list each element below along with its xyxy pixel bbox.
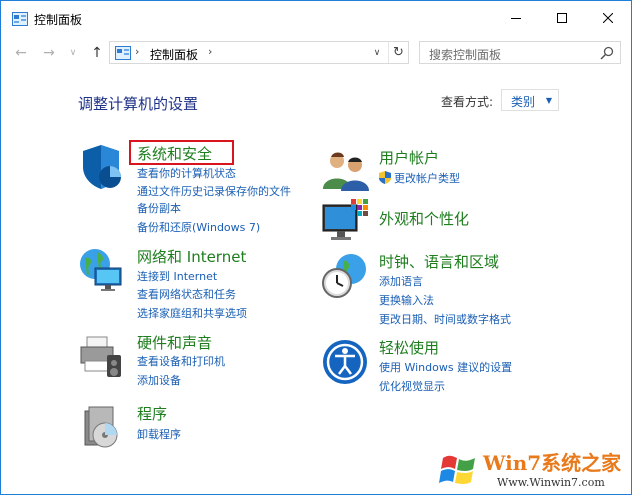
arrow-right-icon: → bbox=[43, 45, 55, 61]
link-view-computer-status[interactable]: 查看你的计算机状态 bbox=[137, 165, 236, 181]
link-homegroup-sharing[interactable]: 选择家庭组和共享选项 bbox=[137, 305, 247, 321]
chevron-right-icon[interactable]: › bbox=[135, 45, 139, 58]
link-change-date-time-format[interactable]: 更改日期、时间或数字格式 bbox=[379, 311, 511, 327]
search-input[interactable]: 搜索控制面板 bbox=[419, 41, 621, 64]
link-backup-restore[interactable]: 备份和还原(Windows 7) bbox=[137, 219, 260, 235]
monitor-palette-icon[interactable] bbox=[321, 197, 369, 245]
up-button[interactable]: ↑ bbox=[87, 43, 107, 63]
watermark-text: Win7系统之家 bbox=[483, 451, 622, 475]
minimize-icon bbox=[511, 18, 521, 19]
link-devices-printers[interactable]: 查看设备和打印机 bbox=[137, 353, 225, 369]
printer-speaker-icon[interactable] bbox=[77, 333, 125, 381]
users-icon[interactable] bbox=[321, 147, 369, 195]
forward-button[interactable]: → bbox=[39, 43, 59, 63]
minimize-button[interactable] bbox=[493, 1, 539, 35]
address-history-dropdown[interactable]: ∨ bbox=[368, 42, 386, 63]
title-bar: 控制面板 bbox=[1, 1, 631, 37]
close-button[interactable] bbox=[585, 1, 631, 35]
navigation-bar: ← → ∨ ↑ › 控制面板 › ∨ ↻ 搜索控制面板 bbox=[1, 37, 631, 69]
category-user-accounts[interactable]: 用户帐户 bbox=[379, 147, 439, 168]
category-ease-of-access[interactable]: 轻松使用 bbox=[379, 337, 439, 358]
category-system-security[interactable]: 系统和安全 bbox=[137, 143, 212, 164]
search-icon[interactable] bbox=[600, 46, 614, 60]
category-programs[interactable]: 程序 bbox=[137, 403, 167, 424]
watermark-url: Www.Winwin7.com bbox=[497, 476, 605, 489]
chevron-down-icon: ∨ bbox=[69, 48, 77, 58]
watermark: Win7系统之家 Www.Winwin7.com bbox=[435, 444, 632, 495]
control-panel-window: 控制面板 ← → ∨ ↑ › 控制面板 › ∨ ↻ 搜索控制面板 调整计算机的设… bbox=[0, 0, 632, 495]
category-hardware-sound[interactable]: 硬件和声音 bbox=[137, 332, 212, 353]
view-by-label: 查看方式: bbox=[441, 95, 494, 109]
link-change-input-method[interactable]: 更换输入法 bbox=[379, 292, 434, 308]
category-appearance-personalization[interactable]: 外观和个性化 bbox=[379, 208, 469, 229]
link-backup-copy[interactable]: 备份副本 bbox=[137, 200, 181, 216]
category-clock-language-region[interactable]: 时钟、语言和区域 bbox=[379, 251, 499, 272]
caret-down-icon: ▼ bbox=[545, 96, 552, 105]
view-by-value: 类别 bbox=[511, 95, 536, 109]
arrow-up-icon: ↑ bbox=[91, 45, 103, 61]
uac-shield-icon bbox=[379, 171, 391, 184]
recent-locations-button[interactable]: ∨ bbox=[63, 43, 83, 63]
window-title: 控制面板 bbox=[34, 13, 83, 27]
control-panel-app-icon bbox=[12, 12, 28, 26]
network-globe-icon[interactable] bbox=[77, 246, 125, 294]
chevron-right-icon[interactable]: › bbox=[208, 45, 212, 58]
page-title: 调整计算机的设置 bbox=[78, 95, 199, 113]
arrow-left-icon: ← bbox=[15, 45, 27, 61]
link-windows-recommended-settings[interactable]: 使用 Windows 建议的设置 bbox=[379, 359, 512, 375]
maximize-button[interactable] bbox=[539, 1, 585, 35]
link-uninstall-program[interactable]: 卸载程序 bbox=[137, 426, 181, 442]
view-by-select[interactable]: 类别 ▼ bbox=[501, 89, 559, 111]
link-change-account-type[interactable]: 更改帐户类型 bbox=[379, 170, 460, 186]
link-optimize-visual-display[interactable]: 优化视觉显示 bbox=[379, 378, 445, 394]
link-network-status[interactable]: 查看网络状态和任务 bbox=[137, 286, 236, 302]
back-button[interactable]: ← bbox=[11, 43, 31, 63]
security-shield-icon[interactable] bbox=[77, 143, 125, 191]
search-placeholder: 搜索控制面板 bbox=[429, 48, 502, 62]
clock-globe-icon[interactable] bbox=[321, 251, 369, 299]
close-icon bbox=[603, 13, 613, 23]
programs-disc-icon[interactable] bbox=[79, 403, 127, 451]
link-change-account-type-label: 更改帐户类型 bbox=[394, 172, 460, 185]
refresh-icon[interactable]: ↻ bbox=[388, 42, 408, 63]
link-connect-internet[interactable]: 连接到 Internet bbox=[137, 268, 217, 284]
control-panel-icon bbox=[115, 46, 131, 60]
link-file-history[interactable]: 通过文件历史记录保存你的文件 bbox=[137, 183, 291, 199]
category-network-internet[interactable]: 网络和 Internet bbox=[137, 246, 246, 267]
breadcrumb-control-panel[interactable]: 控制面板 bbox=[150, 46, 198, 63]
windows-logo-icon bbox=[439, 455, 475, 484]
address-bar[interactable]: › 控制面板 › ∨ ↻ bbox=[109, 41, 409, 64]
ease-of-access-icon[interactable] bbox=[321, 338, 369, 386]
link-add-language[interactable]: 添加语言 bbox=[379, 273, 423, 289]
maximize-icon bbox=[557, 13, 567, 23]
link-add-device[interactable]: 添加设备 bbox=[137, 372, 181, 388]
